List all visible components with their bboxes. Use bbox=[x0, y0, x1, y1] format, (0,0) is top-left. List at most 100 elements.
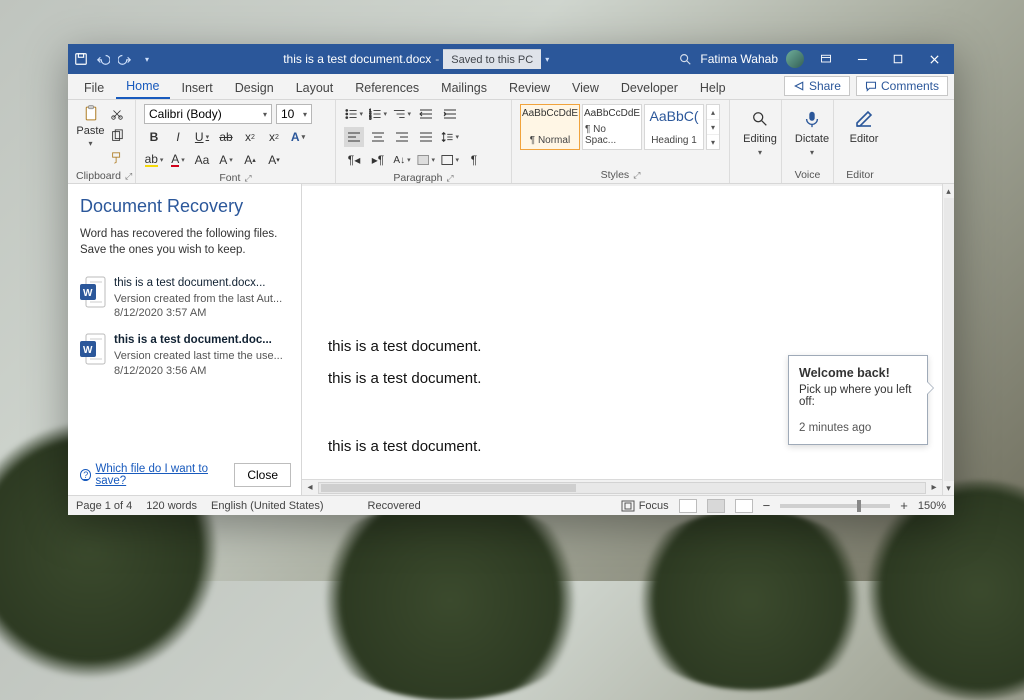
style-normal[interactable]: AaBbCcDdE ¶ Normal bbox=[520, 104, 580, 150]
ltr-button[interactable]: ¶◂ bbox=[344, 150, 364, 170]
font-size-combo[interactable]: 10▾ bbox=[276, 104, 312, 124]
align-center-button[interactable] bbox=[368, 127, 388, 147]
vertical-scrollbar[interactable]: ▴ ▾ bbox=[942, 184, 954, 495]
clipboard-dialog-launcher[interactable]: ⤢ bbox=[125, 171, 132, 182]
font-name-combo[interactable]: Calibri (Body)▾ bbox=[144, 104, 272, 124]
italic-button[interactable]: I bbox=[168, 127, 188, 147]
scroll-right-icon[interactable]: ▸ bbox=[926, 482, 942, 493]
shading-button[interactable] bbox=[416, 150, 436, 170]
tab-references[interactable]: References bbox=[345, 77, 429, 99]
style-heading1[interactable]: AaBbC( Heading 1 bbox=[644, 104, 704, 150]
highlight-button[interactable]: ab bbox=[144, 150, 164, 170]
recovery-item[interactable]: W this is a test document.doc... Version… bbox=[80, 333, 291, 378]
tab-review[interactable]: Review bbox=[499, 77, 560, 99]
close-button[interactable] bbox=[920, 44, 948, 74]
line-spacing-button[interactable] bbox=[440, 127, 460, 147]
scroll-track[interactable] bbox=[944, 198, 954, 481]
tab-design[interactable]: Design bbox=[225, 77, 284, 99]
recovery-item[interactable]: W this is a test document.docx... Versio… bbox=[80, 276, 291, 321]
justify-button[interactable] bbox=[416, 127, 436, 147]
zoom-knob[interactable] bbox=[857, 500, 861, 512]
share-button[interactable]: Share bbox=[784, 76, 850, 96]
sort-button[interactable]: A↓ bbox=[392, 150, 412, 170]
gallery-more-icon[interactable]: ▾ bbox=[707, 135, 719, 149]
align-left-button[interactable] bbox=[344, 127, 364, 147]
paste-button[interactable]: Paste ▾ bbox=[76, 104, 105, 148]
ribbon-display-options[interactable] bbox=[812, 44, 840, 74]
tab-layout[interactable]: Layout bbox=[286, 77, 344, 99]
increase-indent-button[interactable] bbox=[440, 104, 460, 124]
undo-button[interactable] bbox=[96, 52, 110, 66]
paragraph-dialog-launcher[interactable]: ⤢ bbox=[446, 173, 453, 184]
tab-home[interactable]: Home bbox=[116, 75, 169, 99]
shrink-font-button[interactable]: A▾ bbox=[264, 150, 284, 170]
grow-font-button[interactable]: A▴ bbox=[240, 150, 260, 170]
editor-button[interactable]: Editor bbox=[842, 104, 886, 145]
status-words[interactable]: 120 words bbox=[146, 500, 197, 512]
rtl-button[interactable]: ▸¶ bbox=[368, 150, 388, 170]
format-painter-button[interactable] bbox=[107, 148, 127, 168]
styles-gallery-scroll[interactable]: ▴ ▾ ▾ bbox=[706, 104, 720, 150]
scroll-track[interactable] bbox=[318, 482, 926, 494]
show-marks-button[interactable]: ¶ bbox=[464, 150, 484, 170]
change-case-button[interactable]: Aa bbox=[192, 150, 212, 170]
web-layout-button[interactable] bbox=[735, 499, 753, 513]
focus-mode-button[interactable]: Focus bbox=[621, 500, 669, 512]
editing-button[interactable]: Editing ▾ bbox=[738, 104, 782, 157]
bold-button[interactable]: B bbox=[144, 127, 164, 147]
scroll-up-icon[interactable]: ▴ bbox=[946, 184, 951, 198]
scroll-left-icon[interactable]: ◂ bbox=[302, 482, 318, 493]
scroll-thumb[interactable] bbox=[321, 484, 576, 492]
subscript-button[interactable]: x2 bbox=[240, 127, 260, 147]
zoom-out-button[interactable]: − bbox=[763, 498, 771, 513]
scroll-down-icon[interactable]: ▾ bbox=[946, 481, 951, 495]
comments-button[interactable]: Comments bbox=[856, 76, 948, 96]
copy-button[interactable] bbox=[107, 126, 127, 146]
redo-button[interactable] bbox=[118, 52, 132, 66]
zoom-slider[interactable] bbox=[780, 504, 890, 508]
user-name[interactable]: Fatima Wahab bbox=[700, 52, 778, 66]
tab-file[interactable]: File bbox=[74, 77, 114, 99]
horizontal-scrollbar[interactable]: ◂ ▸ bbox=[302, 479, 942, 495]
style-no-spacing[interactable]: AaBbCcDdE ¶ No Spac... bbox=[582, 104, 642, 150]
cut-button[interactable] bbox=[107, 104, 127, 124]
superscript-button[interactable]: x2 bbox=[264, 127, 284, 147]
borders-button[interactable] bbox=[440, 150, 460, 170]
dictate-button[interactable]: Dictate ▾ bbox=[790, 104, 834, 157]
font-color-button[interactable]: A bbox=[168, 150, 188, 170]
multilevel-button[interactable] bbox=[392, 104, 412, 124]
user-avatar[interactable] bbox=[786, 50, 804, 68]
tab-help[interactable]: Help bbox=[690, 77, 736, 99]
minimize-button[interactable] bbox=[848, 44, 876, 74]
tab-mailings[interactable]: Mailings bbox=[431, 77, 497, 99]
gallery-up-icon[interactable]: ▴ bbox=[707, 105, 719, 120]
save-status[interactable]: Saved to this PC bbox=[443, 49, 541, 69]
tab-insert[interactable]: Insert bbox=[172, 77, 223, 99]
decrease-indent-button[interactable] bbox=[416, 104, 436, 124]
zoom-in-button[interactable]: + bbox=[900, 498, 908, 513]
numbering-button[interactable]: 123 bbox=[368, 104, 388, 124]
save-status-drop[interactable]: ▾ bbox=[545, 55, 549, 64]
status-language[interactable]: English (United States) bbox=[211, 500, 324, 512]
maximize-button[interactable] bbox=[884, 44, 912, 74]
autosave-toggle[interactable] bbox=[74, 52, 88, 66]
styles-dialog-launcher[interactable]: ⤢ bbox=[633, 170, 640, 181]
bullets-button[interactable] bbox=[344, 104, 364, 124]
recovery-close-button[interactable]: Close bbox=[234, 463, 291, 487]
tab-developer[interactable]: Developer bbox=[611, 77, 688, 99]
font-dialog-launcher[interactable]: ⤢ bbox=[244, 173, 251, 184]
document-page[interactable]: this is a test document. this is a test … bbox=[302, 186, 942, 479]
clear-formatting-button[interactable]: A bbox=[216, 150, 236, 170]
strike-button[interactable]: ab bbox=[216, 127, 236, 147]
search-icon[interactable] bbox=[678, 52, 692, 66]
status-page[interactable]: Page 1 of 4 bbox=[76, 500, 132, 512]
recovery-help-link[interactable]: ? Which file do I want to save? bbox=[80, 463, 234, 487]
zoom-level[interactable]: 150% bbox=[918, 500, 946, 512]
tab-view[interactable]: View bbox=[562, 77, 609, 99]
gallery-down-icon[interactable]: ▾ bbox=[707, 120, 719, 135]
print-layout-button[interactable] bbox=[707, 499, 725, 513]
read-mode-button[interactable] bbox=[679, 499, 697, 513]
align-right-button[interactable] bbox=[392, 127, 412, 147]
text-effects-button[interactable]: A bbox=[288, 127, 308, 147]
underline-button[interactable]: U bbox=[192, 127, 212, 147]
